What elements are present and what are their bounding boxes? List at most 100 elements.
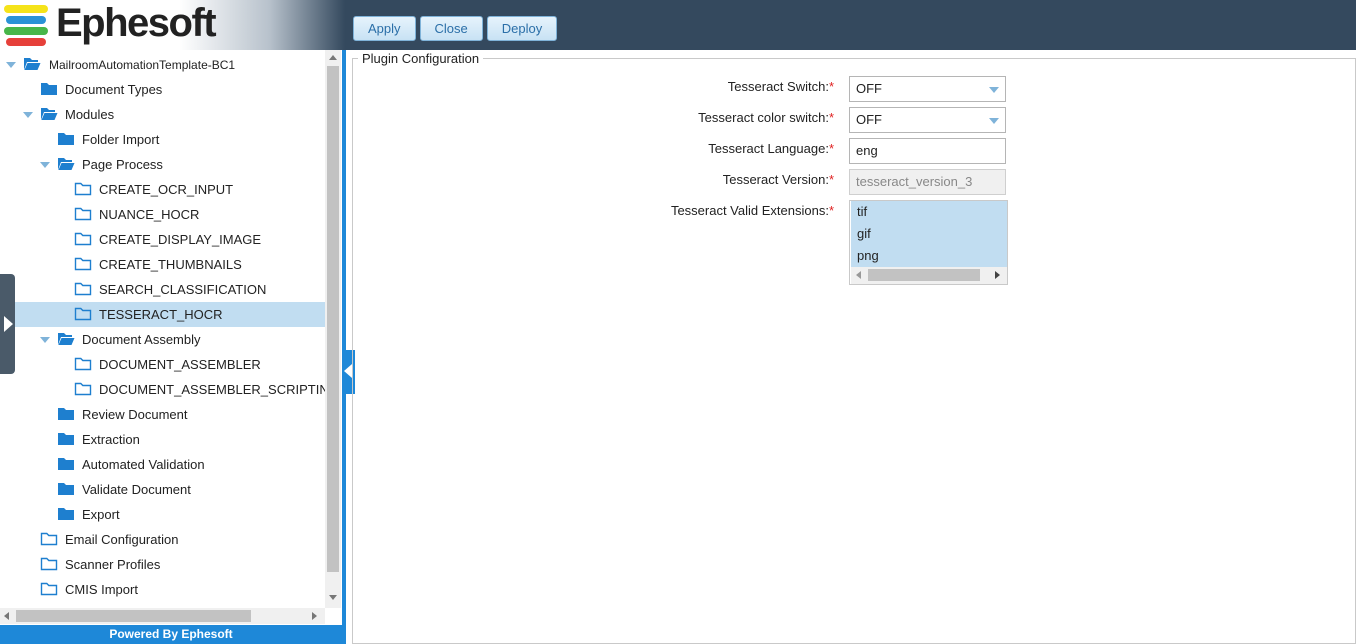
toolbar: Apply Close Deploy <box>353 16 558 41</box>
tree-item-label: TESSERACT_HOCR <box>99 307 223 322</box>
folder-outline-icon <box>40 581 58 596</box>
fieldset-legend: Plugin Configuration <box>358 51 484 66</box>
tesseract-color-switch-label: Tesseract color switch:* <box>698 110 834 125</box>
tree-item-label: Email Configuration <box>65 532 179 547</box>
footer-text: Powered By Ephesoft <box>0 625 342 644</box>
tree-item-label: DOCUMENT_ASSEMBLER_SCRIPTING <box>99 382 325 397</box>
tree-item-label: Scanner Profiles <box>65 557 161 572</box>
scroll-left-icon[interactable] <box>856 271 861 279</box>
expand-arrow-icon <box>4 316 13 332</box>
tree-item[interactable]: MailroomAutomationTemplate-BC1 <box>0 52 325 77</box>
tree-item[interactable]: Folder Import <box>0 127 325 152</box>
logo-mark-icon <box>4 5 52 47</box>
collapse-arrow-icon <box>344 364 352 378</box>
close-button[interactable]: Close <box>419 16 483 41</box>
panel-splitter[interactable] <box>342 50 346 644</box>
tree-panel: MailroomAutomationTemplate-BC1 Document T… <box>0 50 342 644</box>
tree-item[interactable]: Page Process <box>0 152 325 177</box>
collapse-icon[interactable] <box>40 162 50 168</box>
scroll-down-icon[interactable] <box>329 595 337 600</box>
tree-item-label: Document Types <box>65 82 163 97</box>
tesseract-extensions-label: Tesseract Valid Extensions:* <box>670 203 834 218</box>
folder-outline-icon <box>40 556 58 571</box>
folder-outline-icon <box>74 231 92 246</box>
tree-vertical-scrollbar[interactable] <box>325 50 341 608</box>
tree-item[interactable]: Document Types <box>0 77 325 102</box>
tree-item[interactable]: Scanner Profiles <box>0 552 325 577</box>
deploy-button[interactable]: Deploy <box>486 16 558 41</box>
folder-outline-icon <box>74 181 92 196</box>
tree-view: MailroomAutomationTemplate-BC1 Document T… <box>0 50 325 608</box>
scroll-thumb[interactable] <box>16 610 251 622</box>
tree-item[interactable]: Extraction <box>0 427 325 452</box>
tree-item-label: CREATE_THUMBNAILS <box>99 257 242 272</box>
logo-text: Ephesoft <box>56 1 217 45</box>
tree-item-label: Folder Import <box>82 132 160 147</box>
tree-item-label: CREATE_DISPLAY_IMAGE <box>99 232 262 247</box>
tree-item-label: DOCUMENT_ASSEMBLER <box>99 357 261 372</box>
folder-open-icon <box>23 56 41 71</box>
tree-item[interactable]: CREATE_OCR_INPUT <box>0 177 325 202</box>
tree-item[interactable]: DOCUMENT_ASSEMBLER_SCRIPTING <box>0 377 325 402</box>
tesseract-version-label: Tesseract Version:* <box>722 172 834 187</box>
apply-button[interactable]: Apply <box>353 16 416 41</box>
list-item[interactable]: tif <box>851 201 1007 223</box>
tree-item[interactable]: Email Configuration <box>0 527 325 552</box>
logo: Ephesoft <box>0 0 345 50</box>
tree-item[interactable]: Review Document <box>0 402 325 427</box>
folder-open-icon <box>57 331 75 346</box>
tree-item[interactable]: CREATE_DISPLAY_IMAGE <box>0 227 325 252</box>
tree-item[interactable]: Modules <box>0 102 325 127</box>
tree-horizontal-scrollbar[interactable] <box>0 608 325 624</box>
tree-item[interactable]: SEARCH_CLASSIFICATION <box>0 277 325 302</box>
tree-item[interactable]: Document Assembly <box>0 327 325 352</box>
collapse-icon[interactable] <box>6 62 16 68</box>
tesseract-switch-select[interactable]: OFF <box>849 76 1006 102</box>
app-header: Ephesoft Apply Close Deploy <box>0 0 1356 50</box>
collapse-icon[interactable] <box>23 112 33 118</box>
tesseract-version-input: tesseract_version_3 <box>849 169 1006 195</box>
scroll-left-icon[interactable] <box>4 612 9 620</box>
list-item[interactable]: gif <box>851 223 1007 245</box>
folder-outline-icon <box>40 531 58 546</box>
tree-item[interactable]: Validate Document <box>0 477 325 502</box>
tree-item-label: NUANCE_HOCR <box>99 207 200 222</box>
tree-item[interactable]: Export <box>0 502 325 527</box>
folder-icon <box>57 481 75 496</box>
folder-icon <box>57 456 75 471</box>
folder-outline-icon <box>74 356 92 371</box>
tree-item-label: Extraction <box>82 432 140 447</box>
tree-item-label: SEARCH_CLASSIFICATION <box>99 282 267 297</box>
tree-item[interactable]: DOCUMENT_ASSEMBLER <box>0 352 325 377</box>
collapse-icon[interactable] <box>40 337 50 343</box>
tree-item[interactable]: NUANCE_HOCR <box>0 202 325 227</box>
scroll-right-icon[interactable] <box>312 612 317 620</box>
scroll-thumb[interactable] <box>868 269 980 281</box>
folder-outline-icon <box>74 306 92 321</box>
tesseract-language-input[interactable]: eng <box>849 138 1006 164</box>
tree-item-label: Validate Document <box>82 482 191 497</box>
expand-sidebar-button[interactable] <box>0 274 15 374</box>
tree-item-label: Review Document <box>82 407 188 422</box>
tree-item[interactable]: CREATE_THUMBNAILS <box>0 252 325 277</box>
tree-item-label: Page Process <box>82 157 163 172</box>
tree-item-label: Document Assembly <box>82 332 201 347</box>
tesseract-color-switch-select[interactable]: OFF <box>849 107 1006 133</box>
tesseract-switch-label: Tesseract Switch:* <box>727 79 834 94</box>
folder-open-icon <box>57 156 75 171</box>
scroll-thumb[interactable] <box>327 66 339 572</box>
list-item[interactable]: png <box>851 245 1007 267</box>
scroll-up-icon[interactable] <box>329 55 337 60</box>
tesseract-language-label: Tesseract Language:* <box>708 141 834 156</box>
scroll-right-icon[interactable] <box>995 271 1000 279</box>
folder-icon <box>57 406 75 421</box>
folder-icon <box>57 431 75 446</box>
list-horizontal-scrollbar[interactable] <box>851 267 1007 284</box>
tesseract-switch-value: OFF <box>856 81 882 96</box>
tree-item[interactable]: Automated Validation <box>0 452 325 477</box>
tree-item-label: CMIS Import <box>65 582 138 597</box>
tesseract-extensions-list[interactable]: tif gif png <box>849 200 1008 285</box>
tree-item[interactable]: CMIS Import <box>0 577 325 602</box>
tree-item[interactable]: TESSERACT_HOCR <box>0 302 325 327</box>
folder-outline-icon <box>74 256 92 271</box>
